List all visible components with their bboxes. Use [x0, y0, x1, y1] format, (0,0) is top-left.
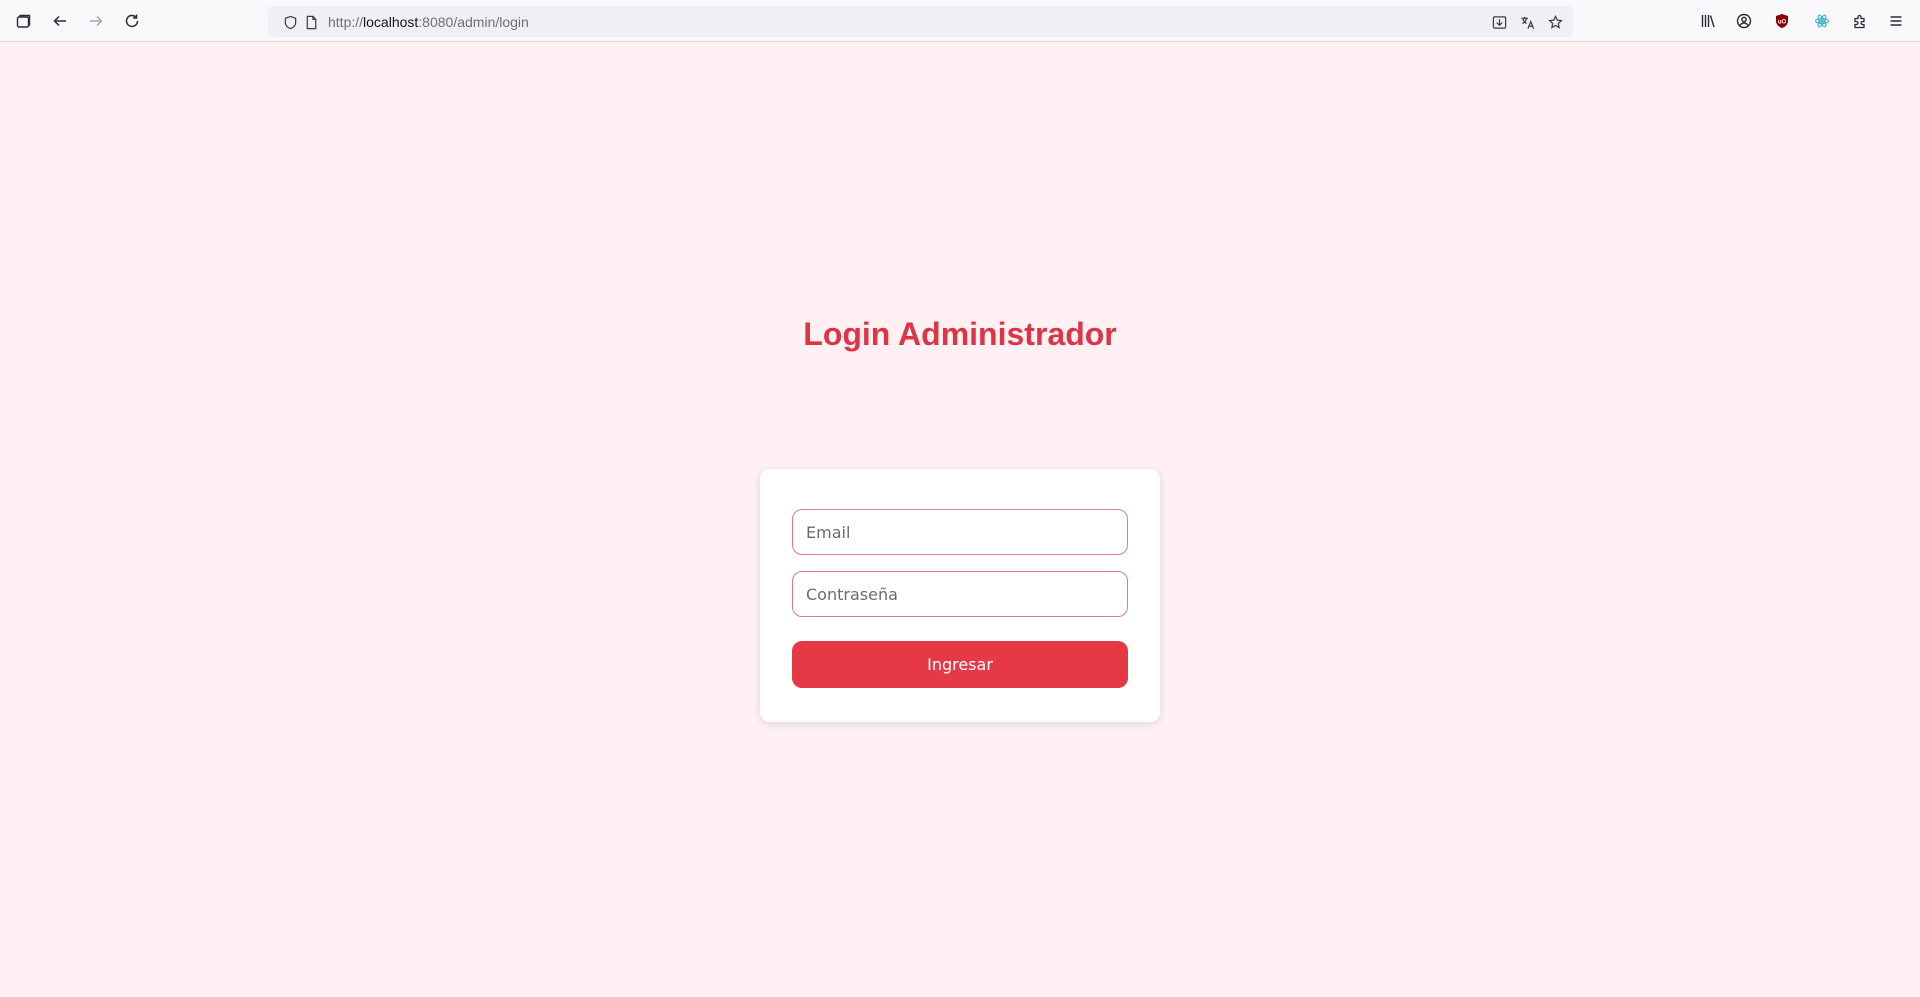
address-bar[interactable]: http://localhost:8080/admin/login: [268, 6, 1573, 37]
extensions-puzzle-icon[interactable]: [1848, 9, 1872, 33]
save-to-pocket-icon[interactable]: [1490, 13, 1508, 31]
library-icon[interactable]: [1696, 9, 1720, 33]
url-host: localhost: [363, 14, 419, 30]
login-card: Ingresar: [760, 469, 1160, 722]
back-arrow-icon[interactable]: [48, 9, 72, 33]
react-devtools-icon[interactable]: [1810, 9, 1834, 33]
submit-button[interactable]: Ingresar: [792, 641, 1128, 688]
account-icon[interactable]: [1732, 9, 1756, 33]
forward-arrow-icon[interactable]: [84, 9, 108, 33]
page-info-icon[interactable]: [302, 13, 320, 31]
bookmark-star-icon[interactable]: [1546, 13, 1564, 31]
url-text[interactable]: http://localhost:8080/admin/login: [328, 14, 529, 30]
tab-overview-icon[interactable]: [12, 9, 36, 33]
translate-icon[interactable]: [1518, 13, 1536, 31]
shield-icon[interactable]: [281, 13, 299, 31]
email-input[interactable]: [792, 509, 1128, 555]
ublock-origin-icon[interactable]: uO: [1770, 9, 1794, 33]
svg-text:uO: uO: [1778, 20, 1787, 26]
url-path: :8080/admin/login: [418, 14, 529, 30]
page-title: Login Administrador: [803, 316, 1117, 352]
browser-toolbar: http://localhost:8080/admin/login uO: [0, 0, 1920, 42]
url-prefix: http://: [328, 14, 364, 30]
menu-hamburger-icon[interactable]: [1884, 9, 1908, 33]
password-input[interactable]: [792, 571, 1128, 617]
reload-icon[interactable]: [120, 9, 144, 33]
